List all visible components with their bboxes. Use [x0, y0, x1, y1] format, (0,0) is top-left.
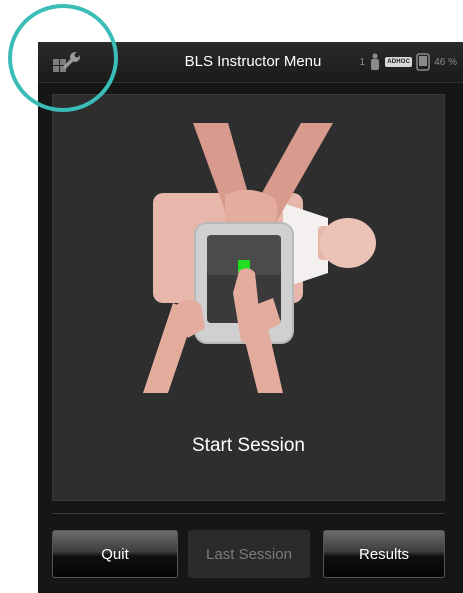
- divider: [52, 513, 445, 514]
- start-session-label: Start Session: [192, 435, 305, 456]
- status-indicators: 1 ADHOC 46 %: [360, 51, 457, 73]
- page-title: BLS Instructor Menu: [184, 53, 322, 70]
- quit-button[interactable]: Quit: [52, 530, 178, 578]
- cpr-tablet-illustration: [143, 123, 376, 393]
- results-button[interactable]: Results: [323, 530, 445, 578]
- start-session-button[interactable]: Start Session: [52, 94, 445, 501]
- status-bar: BLS Instructor Menu 1 ADHOC 46 %: [38, 42, 463, 83]
- tools-wrench-icon[interactable]: [51, 50, 83, 74]
- battery-level: 46 %: [434, 56, 457, 68]
- app-window: BLS Instructor Menu 1 ADHOC 46 % Start S…: [38, 42, 463, 593]
- tablet-icon: [416, 53, 430, 71]
- manikin-icon: [371, 53, 380, 70]
- connection-badge: ADHOC: [385, 57, 413, 67]
- device-count: 1: [359, 56, 366, 68]
- last-session-button: Last Session: [188, 530, 310, 578]
